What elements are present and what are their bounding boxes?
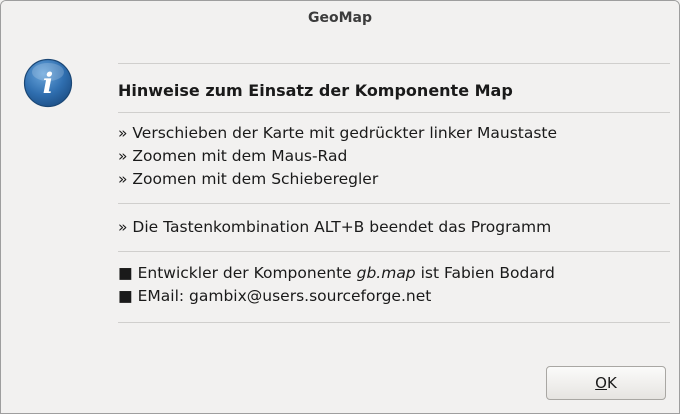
svg-text:i: i [43,67,54,100]
message-heading: Hinweise zum Einsatz der Komponente Map [118,81,513,100]
ok-button[interactable]: OK [546,366,666,400]
title-bar[interactable]: GeoMap [1,1,679,37]
exit-hint: » Die Tastenkombination ALT+B beendet da… [118,218,552,236]
usage-item-zoom-wheel: » Zoomen mit dem Maus-Rad [118,147,348,165]
usage-list: » Verschieben der Karte mit gedrückter l… [118,122,670,191]
component-name: gb.map [356,264,416,282]
geomap-dialog: GeoMap i Hinweise zum Einsatz der Kompon… [0,0,680,414]
divider [118,203,670,204]
divider [118,251,670,252]
developer-credit: ■ Entwickler der Komponente gb.map ist F… [118,264,555,282]
divider [118,63,670,64]
bullet-icon: ■ [118,287,133,305]
window-title: GeoMap [307,10,372,26]
info-icon: i [23,58,73,108]
usage-item-zoom-slider: » Zoomen mit dem Schieberegler [118,170,379,188]
credits: ■ Entwickler der Komponente gb.map ist F… [118,262,670,308]
message-area: Hinweise zum Einsatz der Komponente Map … [118,63,670,323]
email-credit: ■ EMail: gambix@users.sourceforge.net [118,287,432,305]
divider [118,322,670,323]
usage-item-pan: » Verschieben der Karte mit gedrückter l… [118,124,558,142]
divider [118,112,670,113]
bullet-icon: ■ [118,264,133,282]
